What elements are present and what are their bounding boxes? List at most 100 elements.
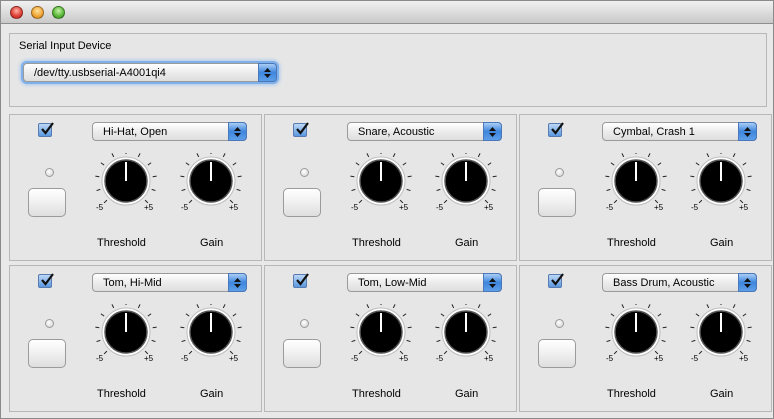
- knob-tick: [237, 175, 242, 178]
- knob-tick: [732, 153, 736, 158]
- gain-knob[interactable]: -5 +5: [179, 301, 243, 368]
- trigger-pad-button[interactable]: [28, 188, 66, 217]
- knob-tick: [695, 313, 700, 317]
- knob-tick: [621, 304, 625, 309]
- checkmark-icon: [551, 273, 564, 286]
- gain-knob[interactable]: -5 +5: [434, 150, 498, 217]
- threshold-knob[interactable]: -5 +5: [604, 301, 668, 368]
- knob-tick: [103, 199, 108, 204]
- knob-tick: [662, 326, 667, 329]
- gain-knob[interactable]: -5 +5: [689, 150, 753, 217]
- knob-tick: [358, 350, 363, 355]
- gain-knob[interactable]: -5 +5: [434, 301, 498, 368]
- instrument-select[interactable]: Tom, Hi-Mid: [92, 273, 247, 292]
- threshold-knob[interactable]: -5 +5: [349, 150, 413, 217]
- pad-enabled-checkbox[interactable]: [293, 273, 309, 288]
- knob-tick: [358, 199, 363, 204]
- knob-tick: [406, 188, 411, 192]
- title-bar[interactable]: [1, 1, 773, 24]
- instrument-value: Cymbal, Crash 1: [613, 126, 695, 138]
- trigger-pad-button[interactable]: [538, 339, 576, 368]
- knob-tick: [742, 313, 747, 317]
- gain-label: Gain: [710, 388, 734, 400]
- knob-tick: [222, 153, 226, 158]
- knob-tick: [647, 304, 651, 309]
- knob-tick: [402, 162, 407, 166]
- knob-tick: [366, 304, 370, 309]
- knob-tick: [621, 153, 625, 158]
- knob-min-label: -5: [691, 203, 699, 212]
- gain-knob[interactable]: -5 +5: [179, 150, 243, 217]
- knob-tick: [492, 326, 497, 329]
- threshold-knob[interactable]: -5 +5: [94, 150, 158, 217]
- drum-pad-panel: Tom, Low-Mid Threshold Gain -5 +5 -5 +5: [264, 265, 517, 412]
- threshold-knob[interactable]: -5 +5: [604, 150, 668, 217]
- knob-tick: [392, 153, 396, 158]
- knob-tick: [406, 339, 411, 343]
- checkmark-icon: [41, 122, 54, 135]
- knob-tick: [185, 162, 190, 166]
- pad-enabled-checkbox[interactable]: [548, 122, 564, 137]
- knob-tick: [232, 162, 237, 166]
- knob-tick: [657, 313, 662, 317]
- instrument-select[interactable]: Tom, Low-Mid: [347, 273, 502, 292]
- instrument-select[interactable]: Hi-Hat, Open: [92, 122, 247, 141]
- knob-tick: [606, 188, 611, 192]
- threshold-label: Threshold: [607, 237, 656, 249]
- pad-enabled-checkbox[interactable]: [38, 122, 54, 137]
- knob-tick: [477, 153, 481, 158]
- threshold-label: Threshold: [352, 237, 401, 249]
- knob-tick: [487, 162, 492, 166]
- knob-tick: [451, 153, 455, 158]
- pad-enabled-checkbox[interactable]: [293, 122, 309, 137]
- pad-enabled-checkbox[interactable]: [38, 273, 54, 288]
- instrument-select[interactable]: Bass Drum, Acoustic: [602, 273, 757, 292]
- trigger-pad-button[interactable]: [283, 339, 321, 368]
- drum-pad-panel: Hi-Hat, Open Threshold Gain -5 +5 -5 +5: [9, 114, 262, 261]
- knob-tick: [95, 326, 100, 329]
- trigger-pad-button[interactable]: [283, 188, 321, 217]
- trigger-pad-button[interactable]: [538, 188, 576, 217]
- knob-tick: [706, 304, 710, 309]
- instrument-select[interactable]: Snare, Acoustic: [347, 122, 502, 141]
- knob-tick: [351, 188, 356, 192]
- knob-tick: [185, 313, 190, 317]
- updown-arrows-icon: [738, 273, 757, 292]
- gain-knob[interactable]: -5 +5: [689, 301, 753, 368]
- trigger-pad-button[interactable]: [28, 339, 66, 368]
- knob-min-label: -5: [436, 354, 444, 363]
- knob-tick: [657, 162, 662, 166]
- knob-max-label: +5: [484, 203, 494, 212]
- close-icon[interactable]: [10, 6, 23, 19]
- drum-pad-panel: Tom, Hi-Mid Threshold Gain -5 +5 -5 +5: [9, 265, 262, 412]
- knob-tick: [151, 339, 156, 343]
- instrument-value: Tom, Low-Mid: [358, 277, 427, 289]
- pad-enabled-checkbox[interactable]: [548, 273, 564, 288]
- checkmark-icon: [296, 122, 309, 135]
- instrument-select[interactable]: Cymbal, Crash 1: [602, 122, 757, 141]
- knob-tick: [698, 199, 703, 204]
- threshold-knob[interactable]: -5 +5: [94, 301, 158, 368]
- minimize-icon[interactable]: [31, 6, 44, 19]
- activity-led: [555, 319, 564, 328]
- knob-tick: [355, 162, 360, 166]
- knob-tick: [111, 153, 115, 158]
- zoom-icon[interactable]: [52, 6, 65, 19]
- drum-pad-panel: Cymbal, Crash 1 Threshold Gain -5 +5 -5 +5: [519, 114, 772, 261]
- threshold-knob[interactable]: -5 +5: [349, 301, 413, 368]
- knob-max-label: +5: [654, 354, 664, 363]
- knob-tick: [237, 326, 242, 329]
- knob-tick: [103, 350, 108, 355]
- knob-tick: [232, 313, 237, 317]
- knob-tick: [196, 153, 200, 158]
- knob-tick: [690, 326, 695, 329]
- knob-tick: [181, 188, 186, 192]
- knob-tick: [605, 326, 610, 329]
- knob-max-label: +5: [399, 354, 409, 363]
- knob-tick: [605, 175, 610, 178]
- drum-pad-panel: Snare, Acoustic Threshold Gain -5 +5 -5 +5: [264, 114, 517, 261]
- serial-device-select[interactable]: /dev/tty.usbserial-A4001qi4: [23, 63, 277, 82]
- activity-led: [45, 319, 54, 328]
- instrument-value: Snare, Acoustic: [358, 126, 435, 138]
- knob-tick: [188, 199, 193, 204]
